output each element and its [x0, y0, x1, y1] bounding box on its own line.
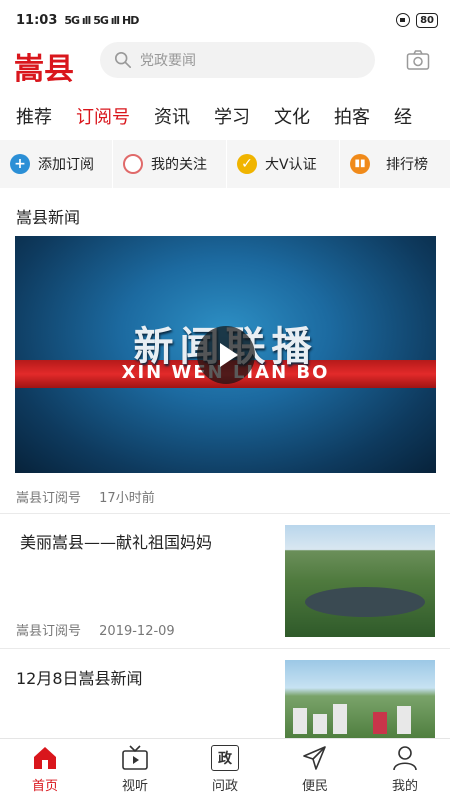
- add-subscription-label: 添加订阅: [38, 157, 94, 173]
- status-time: 11:03: [16, 12, 58, 28]
- home-icon: [34, 747, 56, 769]
- article-title[interactable]: 美丽嵩县——献礼祖国妈妈: [20, 529, 212, 553]
- nav-home-label: 首页: [31, 779, 58, 794]
- signal-icon: 5G ıll: [64, 13, 91, 27]
- lake-shape: [305, 587, 425, 617]
- add-subscription-button[interactable]: + 添加订阅: [0, 140, 112, 188]
- follow-icon: [123, 154, 143, 174]
- nav-politics[interactable]: 政 问政: [180, 739, 270, 800]
- nav-video-label: 视听: [121, 779, 148, 794]
- section-title: 嵩县新闻: [16, 208, 81, 227]
- nav-home[interactable]: 首页: [0, 739, 90, 800]
- video-time: 17小时前: [99, 491, 155, 506]
- building-shape: [373, 712, 387, 734]
- building-shape: [397, 706, 411, 734]
- tab-economy[interactable]: 经: [394, 103, 412, 129]
- article-thumbnail[interactable]: [285, 525, 435, 637]
- user-icon: [393, 746, 417, 771]
- nav-services-label: 便民: [301, 779, 328, 794]
- nav-politics-label: 问政: [211, 779, 238, 794]
- video-thumbnail[interactable]: 新闻联播 XIN WEN LIAN BO: [15, 236, 436, 473]
- tab-study[interactable]: 学习: [214, 103, 250, 129]
- app-logo: 嵩县: [14, 52, 74, 87]
- channel-tabs: 推荐 订阅号 资讯 学习 文化 拍客 经: [0, 96, 450, 136]
- tab-recommend[interactable]: 推荐: [16, 103, 52, 129]
- status-bar: 11:03 5G ıll 5G ıll HD 80: [0, 0, 450, 40]
- my-follows-label: 我的关注: [151, 157, 207, 173]
- search-placeholder: 党政要闻: [140, 53, 196, 69]
- bottom-nav: 首页 视听 政 问政 便民 我的: [0, 738, 450, 800]
- building-shape: [333, 704, 347, 734]
- search-input[interactable]: 党政要闻: [100, 42, 375, 78]
- article-source: 嵩县订阅号: [16, 624, 82, 639]
- app-screen: 11:03 5G ıll 5G ıll HD 80 嵩县 党政要闻 推荐 订阅号…: [0, 0, 450, 800]
- big-v-certify-label: 大V认证: [265, 157, 317, 173]
- ranking-label: 排行榜: [386, 157, 428, 173]
- article-thumbnail[interactable]: [285, 660, 435, 740]
- divider: [0, 513, 450, 514]
- app-header: 嵩县 党政要闻: [0, 40, 450, 90]
- hd-icon: HD: [122, 13, 139, 27]
- bar-chart-icon: ▮▮: [350, 154, 370, 174]
- article-meta: 嵩县订阅号 2019-12-09: [16, 620, 175, 639]
- big-v-certify-button[interactable]: ✓ 大V认证: [227, 140, 339, 188]
- building-shape: [293, 708, 307, 734]
- video-source: 嵩县订阅号: [16, 491, 82, 506]
- article-title[interactable]: 12月8日嵩县新闻: [16, 665, 143, 689]
- ranking-button[interactable]: ▮▮ 排行榜: [340, 140, 450, 188]
- quick-actions: + 添加订阅 我的关注 ✓ 大V认证 ▮▮ 排行榜: [0, 140, 450, 188]
- search-icon: [114, 51, 132, 69]
- tv-icon: [122, 745, 148, 770]
- politics-icon: 政: [211, 745, 239, 771]
- building-shape: [313, 714, 327, 734]
- signal-icon-2: 5G ıll: [93, 13, 120, 27]
- video-meta: 嵩县订阅号 17小时前: [16, 487, 155, 506]
- battery-icon: 80: [416, 12, 438, 28]
- politics-icon-text: 政: [218, 751, 232, 767]
- nav-services[interactable]: 便民: [270, 739, 360, 800]
- camera-icon[interactable]: [406, 49, 430, 71]
- nav-video[interactable]: 视听: [90, 739, 180, 800]
- tab-subscriptions[interactable]: 订阅号: [76, 103, 130, 129]
- article-date: 2019-12-09: [99, 624, 175, 639]
- plus-icon: +: [10, 154, 30, 174]
- send-icon: [303, 746, 326, 770]
- lock-icon: [396, 13, 411, 27]
- nav-mine-label: 我的: [391, 779, 418, 794]
- divider: [0, 648, 450, 649]
- check-icon: ✓: [237, 154, 257, 174]
- tab-news[interactable]: 资讯: [154, 103, 190, 129]
- play-icon[interactable]: [197, 326, 255, 384]
- tab-culture[interactable]: 文化: [274, 103, 310, 129]
- my-follows-button[interactable]: 我的关注: [113, 140, 226, 188]
- nav-mine[interactable]: 我的: [360, 739, 450, 800]
- tab-photographer[interactable]: 拍客: [334, 103, 370, 129]
